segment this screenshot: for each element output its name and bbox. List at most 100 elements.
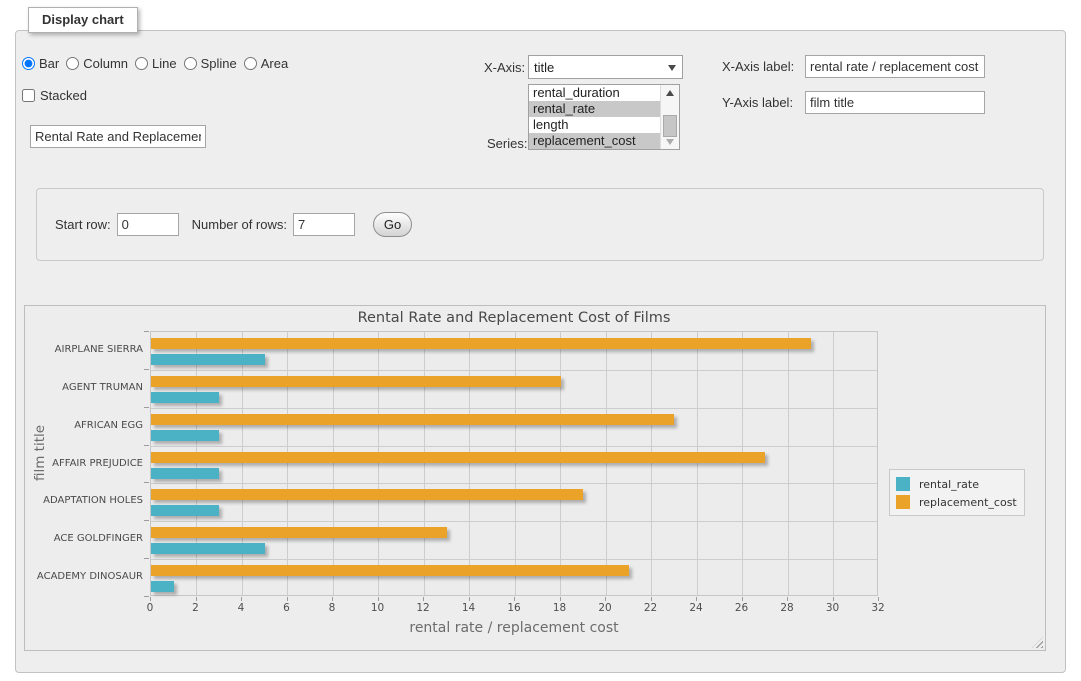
chart-type-option-area[interactable]: Area (244, 56, 288, 71)
bar-rental_rate-adaptation-holes (151, 505, 219, 516)
series-option-length[interactable]: length (529, 117, 660, 133)
chart-type-radio-label: Line (152, 56, 177, 71)
chart-plot-area (150, 331, 878, 596)
chart-title-input[interactable] (30, 125, 206, 148)
scroll-down-button[interactable] (661, 134, 679, 149)
category-label: AIRPLANE SIERRA (25, 344, 143, 355)
x-tick-mark (742, 597, 743, 601)
x-tick-mark (150, 597, 151, 601)
x-axis-select-label: X-Axis: (484, 60, 525, 75)
chart-type-radio-column[interactable] (66, 57, 79, 70)
go-button[interactable]: Go (373, 212, 412, 237)
y-tick-mark (144, 369, 149, 370)
x-tick-label: 24 (681, 602, 711, 614)
x-tick-mark (787, 597, 788, 601)
x-tick-mark (287, 597, 288, 601)
start-row-input[interactable] (117, 213, 179, 236)
chart-type-radio-label: Column (83, 56, 128, 71)
y-tick-mark (144, 407, 149, 408)
x-tick-mark (605, 597, 606, 601)
gridline-vertical (333, 332, 334, 595)
x-axis-label-input[interactable] (805, 55, 985, 78)
x-tick-mark (696, 597, 697, 601)
series-option-rental_duration[interactable]: rental_duration (529, 85, 660, 101)
bar-rental_rate-affair-prejudice (151, 468, 219, 479)
gridline-horizontal (151, 521, 877, 522)
y-tick-mark (144, 558, 149, 559)
y-tick-mark (144, 482, 149, 483)
chart-type-radio-area[interactable] (244, 57, 257, 70)
legend-label: rental_rate (919, 478, 979, 491)
gridline-vertical (196, 332, 197, 595)
panel-tab-label: Display chart (42, 12, 124, 27)
gridline-vertical (242, 332, 243, 595)
gridline-vertical (560, 332, 561, 595)
legend-swatch-icon (896, 495, 910, 509)
series-option-replacement_cost[interactable]: replacement_cost (529, 133, 660, 149)
x-tick-label: 0 (135, 602, 165, 614)
category-label: ADAPTATION HOLES (25, 495, 143, 506)
series-options: rental_durationrental_ratelengthreplacem… (529, 85, 660, 149)
x-tick-label: 10 (363, 602, 393, 614)
gridline-vertical (788, 332, 789, 595)
x-tick-label: 28 (772, 602, 802, 614)
series-select-label: Series: (487, 136, 527, 151)
category-label: ACE GOLDFINGER (25, 533, 143, 544)
y-tick-mark (144, 445, 149, 446)
chart-type-option-line[interactable]: Line (135, 56, 177, 71)
bar-rental_rate-airplane-sierra (151, 354, 265, 365)
chart-type-option-spline[interactable]: Spline (184, 56, 237, 71)
gridline-vertical (606, 332, 607, 595)
resize-handle-icon[interactable] (1032, 637, 1043, 648)
series-scrollbar[interactable] (660, 85, 679, 149)
x-tick-label: 12 (408, 602, 438, 614)
scroll-down-icon (666, 139, 674, 145)
x-tick-mark (514, 597, 515, 601)
gridline-vertical (833, 332, 834, 595)
x-tick-mark (423, 597, 424, 601)
chart-title: Rental Rate and Replacement Cost of Film… (150, 310, 878, 326)
x-tick-label: 2 (181, 602, 211, 614)
x-tick-label: 18 (545, 602, 575, 614)
x-tick-mark (651, 597, 652, 601)
gridline-vertical (287, 332, 288, 595)
x-tick-label: 30 (818, 602, 848, 614)
x-tick-label: 14 (454, 602, 484, 614)
chart-type-option-column[interactable]: Column (66, 56, 128, 71)
gridline-vertical (651, 332, 652, 595)
stacked-checkbox[interactable] (22, 89, 35, 102)
chart-type-option-bar[interactable]: Bar (22, 56, 59, 71)
chart-type-radio-bar[interactable] (22, 57, 35, 70)
y-axis-label-label: Y-Axis label: (722, 95, 793, 110)
bar-replacement_cost-ace-goldfinger (151, 527, 447, 538)
category-label: AFFAIR PREJUDICE (25, 458, 143, 469)
number-of-rows-input[interactable] (293, 213, 355, 236)
gridline-horizontal (151, 559, 877, 560)
x-tick-label: 22 (636, 602, 666, 614)
x-tick-mark (833, 597, 834, 601)
series-multiselect[interactable]: rental_durationrental_ratelengthreplacem… (528, 84, 680, 150)
bar-replacement_cost-african-egg (151, 414, 674, 425)
x-tick-label: 26 (727, 602, 757, 614)
bar-rental_rate-agent-truman (151, 392, 219, 403)
bar-replacement_cost-affair-prejudice (151, 452, 765, 463)
scroll-up-button[interactable] (661, 85, 679, 100)
chart-type-radio-line[interactable] (135, 57, 148, 70)
bar-rental_rate-ace-goldfinger (151, 543, 265, 554)
stacked-label: Stacked (40, 88, 87, 103)
start-row-label: Start row: (55, 217, 111, 232)
gridline-horizontal (151, 408, 877, 409)
bar-replacement_cost-academy-dinosaur (151, 565, 629, 576)
gridline-vertical (469, 332, 470, 595)
x-axis-select-value: title (534, 60, 554, 75)
y-axis-label-input[interactable] (805, 91, 985, 114)
series-option-rental_rate[interactable]: rental_rate (529, 101, 660, 117)
gridline-horizontal (151, 446, 877, 447)
category-label: AGENT TRUMAN (25, 382, 143, 393)
x-axis-select[interactable]: title (528, 55, 683, 79)
scroll-up-icon (666, 90, 674, 96)
y-tick-mark (144, 520, 149, 521)
x-tick-label: 32 (863, 602, 893, 614)
chart-type-radio-label: Area (261, 56, 288, 71)
chart-type-radio-spline[interactable] (184, 57, 197, 70)
